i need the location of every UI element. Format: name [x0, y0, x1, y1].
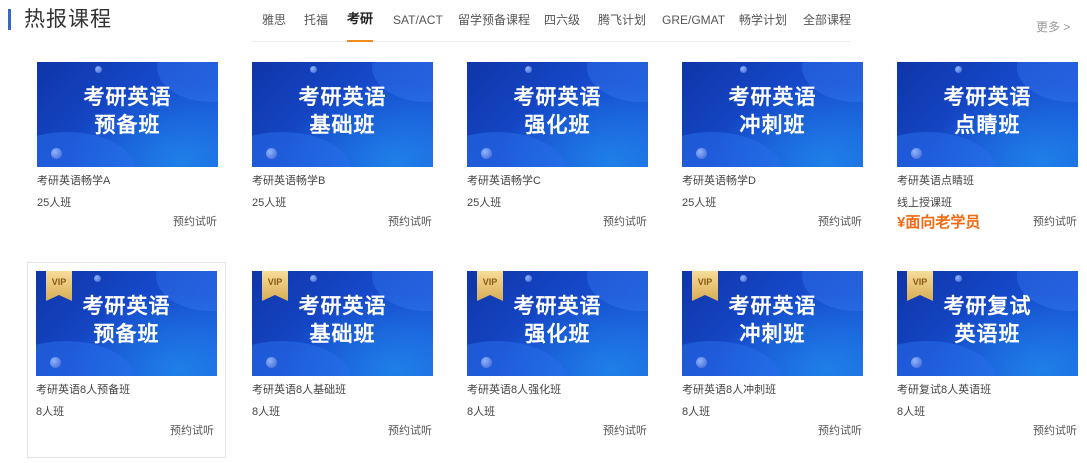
- thumbnail-title-line1: 考研英语: [943, 86, 1032, 109]
- course-thumbnail: VIP 考研英语 预备班: [36, 271, 217, 376]
- course-name[interactable]: 考研复试8人英语班: [897, 383, 991, 397]
- thumbnail-title-line2: 强化班: [524, 323, 591, 346]
- thumbnail-title-line1: 考研英语: [82, 295, 171, 318]
- course-category-tabs: 雅思 托福 考研 SAT/ACT 留学预备课程 四六级 腾飞计划 GRE/GMA…: [252, 0, 851, 42]
- course-card[interactable]: 考研英语基础班 考研英语畅学B 25人班 预约试听: [244, 54, 443, 250]
- course-card[interactable]: 考研英语冲刺班 考研英语畅学D 25人班 预约试听: [674, 54, 873, 250]
- thumbnail-title-line2: 预备班: [94, 114, 161, 137]
- book-trial-link[interactable]: 预约试听: [818, 424, 862, 438]
- tab-ielts[interactable]: 雅思: [262, 12, 286, 28]
- course-thumbnail: VIP 考研英语 基础班: [252, 271, 433, 376]
- thumbnail-title-line1: 考研英语: [298, 86, 387, 109]
- book-trial-link[interactable]: 预约试听: [1033, 424, 1077, 438]
- course-thumbnail: VIP 考研英语 冲刺班: [682, 271, 863, 376]
- class-size: 8人班: [467, 406, 496, 418]
- course-card[interactable]: 考研英语 点睛班 考研英语点睛班 线上授课班 ¥面向老学员 预约试听: [889, 54, 1085, 250]
- course-thumbnail: VIP 考研复试 英语班: [897, 271, 1078, 376]
- tab-tengfei-plan[interactable]: 腾飞计划: [598, 12, 646, 28]
- book-trial-link[interactable]: 预约试听: [818, 215, 862, 229]
- tab-all-courses[interactable]: 全部课程: [803, 12, 851, 28]
- thumbnail-title-line2: 预备班: [93, 323, 160, 346]
- book-trial-link[interactable]: 预约试听: [603, 424, 647, 438]
- tab-changxue-plan[interactable]: 畅学计划: [739, 12, 787, 28]
- course-card[interactable]: 考研英语预备班 考研英语畅学A 25人班 预约试听: [29, 54, 228, 250]
- course-name[interactable]: 考研英语畅学B: [252, 174, 325, 188]
- thumbnail-title-line1: 考研英语: [298, 295, 387, 318]
- tab-kaoyan[interactable]: 考研: [347, 11, 373, 27]
- tab-study-abroad-prep[interactable]: 留学预备课程: [458, 12, 530, 28]
- course-name[interactable]: 考研英语畅学A: [37, 174, 110, 188]
- course-thumbnail: 考研英语 强化班: [467, 62, 648, 167]
- book-trial-link[interactable]: 预约试听: [170, 424, 214, 438]
- thumbnail-title-line1: 考研英语: [728, 86, 817, 109]
- course-name[interactable]: 考研英语8人强化班: [467, 383, 561, 397]
- course-thumbnail: 考研英语 冲刺班: [682, 62, 863, 167]
- thumbnail-title-line1: 考研英语: [83, 86, 172, 109]
- course-card[interactable]: VIP 考研复试 英语班 考研复试8人英语班 8人班 预约试听: [889, 263, 1085, 459]
- course-card[interactable]: 考研英语强化班 考研英语畅学C 25人班 预约试听: [459, 54, 658, 250]
- course-name[interactable]: 考研英语8人预备班: [36, 383, 130, 397]
- thumbnail-title-line1: 考研英语: [513, 295, 602, 318]
- course-name[interactable]: 考研英语点睛班: [897, 174, 974, 188]
- book-trial-link[interactable]: 预约试听: [1033, 215, 1077, 229]
- course-thumbnail: 考研英语 预备班: [37, 62, 218, 167]
- thumbnail-title-line2: 英语班: [954, 323, 1021, 346]
- course-name[interactable]: 考研英语8人冲刺班: [682, 383, 776, 397]
- class-size: 25人班: [467, 197, 502, 209]
- thumbnail-title-line2: 强化班: [524, 114, 591, 137]
- thumbnail-title-line1: 考研英语: [513, 86, 602, 109]
- class-size: 25人班: [37, 197, 72, 209]
- section-title: 热报课程: [24, 8, 112, 31]
- class-size: 8人班: [897, 406, 926, 418]
- course-price: ¥面向老学员: [897, 214, 981, 231]
- class-size: 线上授课班: [897, 197, 952, 209]
- course-name[interactable]: 考研英语8人基础班: [252, 383, 346, 397]
- active-tab-underline: [347, 40, 373, 42]
- thumbnail-title-line2: 冲刺班: [739, 114, 806, 137]
- thumbnail-title-line2: 基础班: [309, 114, 376, 137]
- tab-sat-act[interactable]: SAT/ACT: [393, 12, 443, 28]
- thumbnail-title-line2: 基础班: [309, 323, 376, 346]
- tab-gre-gmat[interactable]: GRE/GMAT: [662, 12, 725, 28]
- book-trial-link[interactable]: 预约试听: [388, 215, 432, 229]
- course-name[interactable]: 考研英语畅学C: [467, 174, 541, 188]
- class-size: 25人班: [252, 197, 287, 209]
- section-title-bar: [8, 9, 11, 30]
- class-size: 8人班: [36, 406, 65, 418]
- thumbnail-title-line1: 考研复试: [943, 295, 1032, 318]
- more-link[interactable]: 更多 >: [1036, 19, 1070, 35]
- tab-cet[interactable]: 四六级: [544, 12, 580, 28]
- course-thumbnail: 考研英语 基础班: [252, 62, 433, 167]
- book-trial-link[interactable]: 预约试听: [388, 424, 432, 438]
- course-name[interactable]: 考研英语畅学D: [682, 174, 756, 188]
- book-trial-link[interactable]: 预约试听: [173, 215, 217, 229]
- tab-toefl[interactable]: 托福: [304, 12, 328, 28]
- class-size: 25人班: [682, 197, 717, 209]
- course-thumbnail: 考研英语 点睛班: [897, 62, 1078, 167]
- class-size: 8人班: [252, 406, 281, 418]
- course-thumbnail: VIP 考研英语 强化班: [467, 271, 648, 376]
- thumbnail-title-line1: 考研英语: [728, 295, 817, 318]
- thumbnail-title-line2: 冲刺班: [739, 323, 806, 346]
- course-card[interactable]: VIP 考研英语 预备班 考研英语8人预备班 8人班 预约试听: [27, 262, 226, 458]
- thumbnail-title-line2: 点睛班: [954, 114, 1021, 137]
- course-card[interactable]: VIP 考研英语 基础班 考研英语8人基础班 8人班 预约试听: [244, 263, 443, 459]
- book-trial-link[interactable]: 预约试听: [603, 215, 647, 229]
- class-size: 8人班: [682, 406, 711, 418]
- course-card[interactable]: VIP 考研英语 强化班 考研英语8人强化班 8人班 预约试听: [459, 263, 658, 459]
- course-card[interactable]: VIP 考研英语 冲刺班 考研英语8人冲刺班 8人班 预约试听: [674, 263, 873, 459]
